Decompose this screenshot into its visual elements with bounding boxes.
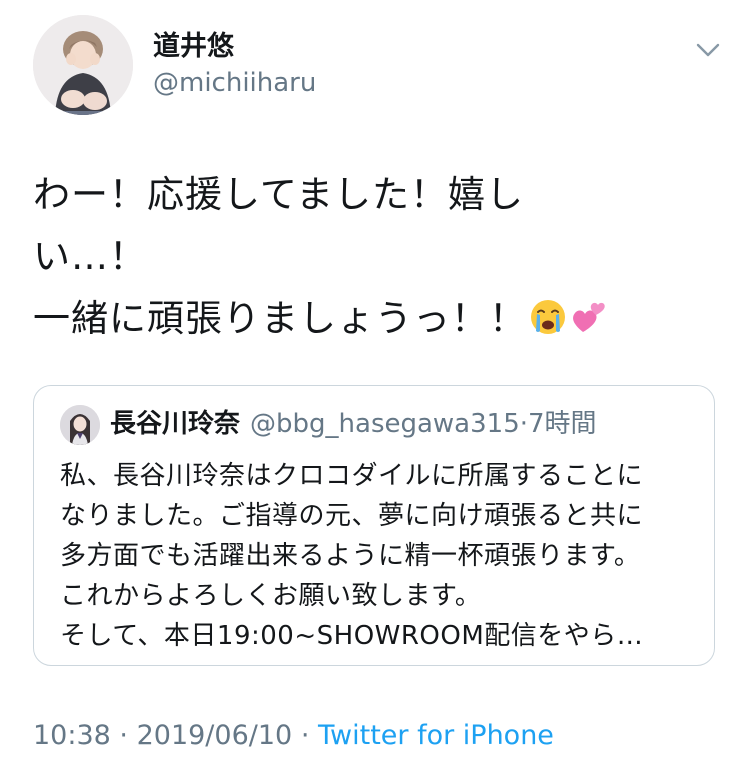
quoted-author-avatar (60, 405, 100, 445)
quoted-text-line: 多方面でも活躍出来るように精一杯頑張ります。 (60, 541, 641, 571)
quoted-text-line: そして、本日19:00~SHOWROOM配信をやら… (60, 621, 644, 651)
tweet-text-segment: 一緒に頑張りましょうっ！！ (33, 297, 527, 340)
quoted-timestamp: 7時間 (528, 409, 597, 439)
meta-separator: · (300, 720, 310, 751)
author-display-name[interactable]: 道井悠 (153, 30, 234, 64)
tweet-text-line: わー！応援してました！嬉し (33, 173, 525, 216)
tweet-source-link[interactable]: Twitter for iPhone (318, 720, 554, 751)
tweet-date: 2019/06/10 (136, 720, 293, 751)
meta-separator: · (119, 720, 128, 751)
tweet-text-line: 一緒に頑張りましょうっ！！ (33, 288, 723, 350)
tweet: 道井悠 @michiiharu わー！応援してました！嬉し い…！ 一緒に頑張り… (0, 0, 750, 782)
quoted-text-line: これからよろしくお願い致します。 (60, 581, 482, 611)
chevron-down-icon[interactable] (692, 36, 724, 64)
quoted-text-line: なりました。ご指導の元、夢に向け頑張ると共に (60, 501, 644, 531)
tweet-meta: 10:38 · 2019/06/10 · Twitter for iPhone (33, 718, 554, 754)
quoted-tweet-text: 私、長谷川玲奈はクロコダイルに所属することに なりました。ご指導の元、夢に向け頑… (60, 456, 700, 656)
quoted-text-line: 私、長谷川玲奈はクロコダイルに所属することに (60, 461, 644, 491)
tweet-text-line: い…！ (33, 235, 147, 278)
author-handle[interactable]: @michiiharu (153, 67, 316, 99)
tweet-time: 10:38 (33, 720, 111, 751)
author-avatar[interactable] (33, 15, 133, 115)
quoted-author-name: 長谷川玲奈 (110, 409, 241, 439)
crying-face-emoji (529, 293, 567, 334)
quoted-tweet-card[interactable]: 長谷川玲奈 @bbg_hasegawa315·7時間 私、長谷川玲奈はクロコダイル… (33, 385, 715, 666)
two-hearts-emoji (569, 293, 607, 332)
quoted-separator: · (519, 409, 529, 439)
tweet-text: わー！応援してました！嬉し い…！ 一緒に頑張りましょうっ！！ (33, 164, 723, 350)
quoted-tweet-header: 長谷川玲奈 @bbg_hasegawa315·7時間 (110, 406, 597, 442)
quoted-author-handle: @bbg_hasegawa315 (250, 409, 520, 439)
